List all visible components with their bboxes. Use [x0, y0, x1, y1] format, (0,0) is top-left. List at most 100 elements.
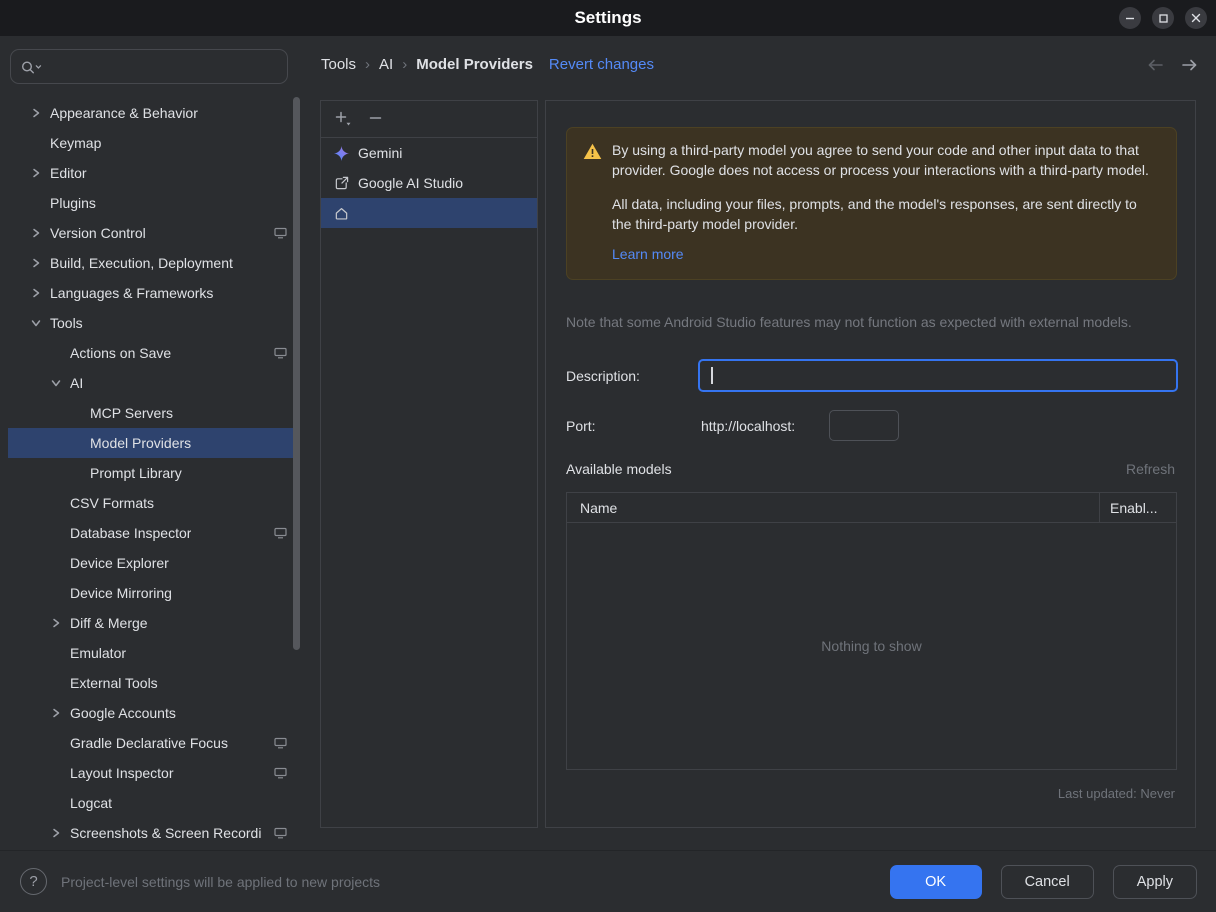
search-icon	[20, 59, 42, 75]
breadcrumb-ai[interactable]: AI	[379, 56, 393, 73]
sidebar-item-label: Google Accounts	[70, 705, 176, 721]
search-input[interactable]	[48, 57, 278, 76]
sidebar-item-ai[interactable]: AI	[8, 368, 300, 398]
available-models-label: Available models	[566, 461, 672, 477]
provider-item-label: Gemini	[358, 145, 403, 161]
sidebar-item-tools[interactable]: Tools	[8, 308, 300, 338]
settings-tree: Appearance & Behavior Keymap Editor Plugins…	[8, 98, 300, 850]
minimize-icon	[1125, 10, 1135, 26]
sidebar-item-label: AI	[70, 375, 84, 391]
sidebar-item-label: Device Explorer	[70, 555, 169, 571]
window-controls	[1119, 7, 1207, 29]
sidebar-item-logcat[interactable]: Logcat	[8, 788, 300, 818]
sidebar-item-model-providers[interactable]: Model Providers	[8, 428, 300, 458]
models-table: Name Enabl... Nothing to show	[566, 492, 1177, 770]
provider-item-new[interactable]	[321, 198, 537, 228]
sidebar: Appearance & Behavior Keymap Editor Plugins…	[8, 36, 300, 850]
close-icon	[1191, 10, 1201, 26]
sidebar-item-actions-on-save[interactable]: Actions on Save	[8, 338, 300, 368]
sidebar-item-label: Keymap	[50, 135, 102, 151]
sidebar-item-gradle-declarative-focus[interactable]: Gradle Declarative Focus	[8, 728, 300, 758]
footer-buttons: OK Cancel Apply	[889, 864, 1197, 899]
sidebar-item-languages-frameworks[interactable]: Languages & Frameworks	[8, 278, 300, 308]
sidebar-item-device-mirroring[interactable]: Device Mirroring	[8, 578, 300, 608]
help-icon[interactable]: ?	[20, 868, 47, 895]
monitor-icon	[274, 827, 287, 839]
sidebar-item-build-execution-deployment[interactable]: Build, Execution, Deployment	[8, 248, 300, 278]
provider-item-label: Google AI Studio	[358, 175, 464, 191]
window-title: Settings	[574, 8, 642, 27]
forward-icon[interactable]	[1181, 58, 1198, 72]
close-button[interactable]	[1185, 7, 1207, 29]
sidebar-item-prompt-library[interactable]: Prompt Library	[8, 458, 300, 488]
chevron-right-icon[interactable]	[22, 227, 50, 239]
apply-button[interactable]: Apply	[1112, 864, 1197, 899]
monitor-icon	[274, 347, 287, 359]
sidebar-item-label: Actions on Save	[70, 345, 172, 361]
sidebar-item-label: Editor	[50, 165, 87, 181]
provider-toolbar	[321, 101, 537, 138]
third-party-warning-banner: By using a third-party model you agree t…	[566, 127, 1177, 280]
provider-item-gemini[interactable]: Gemini	[321, 138, 537, 168]
revert-changes-link[interactable]: Revert changes	[549, 56, 654, 73]
port-input[interactable]	[829, 410, 899, 441]
localhost-prefix: http://localhost:	[701, 418, 796, 434]
maximize-button[interactable]	[1152, 7, 1174, 29]
chevron-right-icon[interactable]	[42, 707, 70, 719]
sidebar-item-keymap[interactable]: Keymap	[8, 128, 300, 158]
minimize-button[interactable]	[1119, 7, 1141, 29]
sidebar-item-device-explorer[interactable]: Device Explorer	[8, 548, 300, 578]
chevron-right-icon[interactable]	[22, 107, 50, 119]
provider-item-google-ai-studio[interactable]: Google AI Studio	[321, 168, 537, 198]
cancel-button[interactable]: Cancel	[1000, 864, 1094, 899]
back-icon[interactable]	[1147, 58, 1164, 72]
monitor-icon	[274, 767, 287, 779]
add-provider-button[interactable]	[334, 110, 352, 129]
provider-list-panel: Gemini Google AI Studio	[320, 100, 538, 828]
breadcrumb: Tools › AI › Model Providers Revert chan…	[321, 52, 654, 76]
models-table-header: Name Enabl...	[567, 493, 1176, 523]
sidebar-item-database-inspector[interactable]: Database Inspector	[8, 518, 300, 548]
chevron-right-icon[interactable]	[42, 827, 70, 839]
sidebar-item-csv-formats[interactable]: CSV Formats	[8, 488, 300, 518]
sidebar-item-label: Prompt Library	[90, 465, 182, 481]
sidebar-scrollbar[interactable]	[293, 97, 300, 650]
monitor-icon	[274, 527, 287, 539]
text-caret	[711, 367, 713, 384]
sidebar-item-layout-inspector[interactable]: Layout Inspector	[8, 758, 300, 788]
sidebar-item-mcp-servers[interactable]: MCP Servers	[8, 398, 300, 428]
model-provider-settings-panel: By using a third-party model you agree t…	[545, 100, 1196, 828]
sidebar-item-plugins[interactable]: Plugins	[8, 188, 300, 218]
warning-icon	[583, 143, 602, 160]
sidebar-item-appearance-behavior[interactable]: Appearance & Behavior	[8, 98, 300, 128]
chevron-down-icon[interactable]	[42, 377, 70, 389]
models-table-body: Nothing to show	[567, 523, 1176, 769]
settings-window: Settings Appearance & Behavior Keymap Edit…	[0, 0, 1216, 912]
chevron-right-icon[interactable]	[22, 167, 50, 179]
chevron-down-icon[interactable]	[22, 317, 50, 329]
settings-search-box[interactable]	[10, 49, 288, 84]
sidebar-item-emulator[interactable]: Emulator	[8, 638, 300, 668]
description-input[interactable]	[700, 361, 1176, 390]
remove-provider-button[interactable]	[369, 110, 382, 129]
sidebar-item-label: Emulator	[70, 645, 127, 661]
empty-state-text: Nothing to show	[821, 638, 922, 654]
sidebar-item-editor[interactable]: Editor	[8, 158, 300, 188]
chevron-right-icon[interactable]	[42, 617, 70, 629]
learn-more-link[interactable]: Learn more	[612, 246, 684, 262]
ok-button[interactable]: OK	[889, 864, 982, 899]
sidebar-item-google-accounts[interactable]: Google Accounts	[8, 698, 300, 728]
sidebar-item-label: Layout Inspector	[70, 765, 174, 781]
chevron-right-icon[interactable]	[22, 287, 50, 299]
sidebar-item-version-control[interactable]: Version Control	[8, 218, 300, 248]
chevron-right-icon[interactable]	[22, 257, 50, 269]
monitor-icon	[274, 227, 287, 239]
sidebar-item-screenshots-screen-recordi[interactable]: Screenshots & Screen Recordi	[8, 818, 300, 848]
column-header-enabled: Enabl...	[1099, 493, 1176, 522]
sidebar-item-diff-merge[interactable]: Diff & Merge	[8, 608, 300, 638]
breadcrumb-tools[interactable]: Tools	[321, 56, 356, 73]
sidebar-item-external-tools[interactable]: External Tools	[8, 668, 300, 698]
refresh-link[interactable]: Refresh	[1126, 461, 1175, 477]
footer: ? Project-level settings will be applied…	[0, 850, 1216, 912]
sidebar-item-label: Screenshots & Screen Recordi	[70, 825, 262, 841]
